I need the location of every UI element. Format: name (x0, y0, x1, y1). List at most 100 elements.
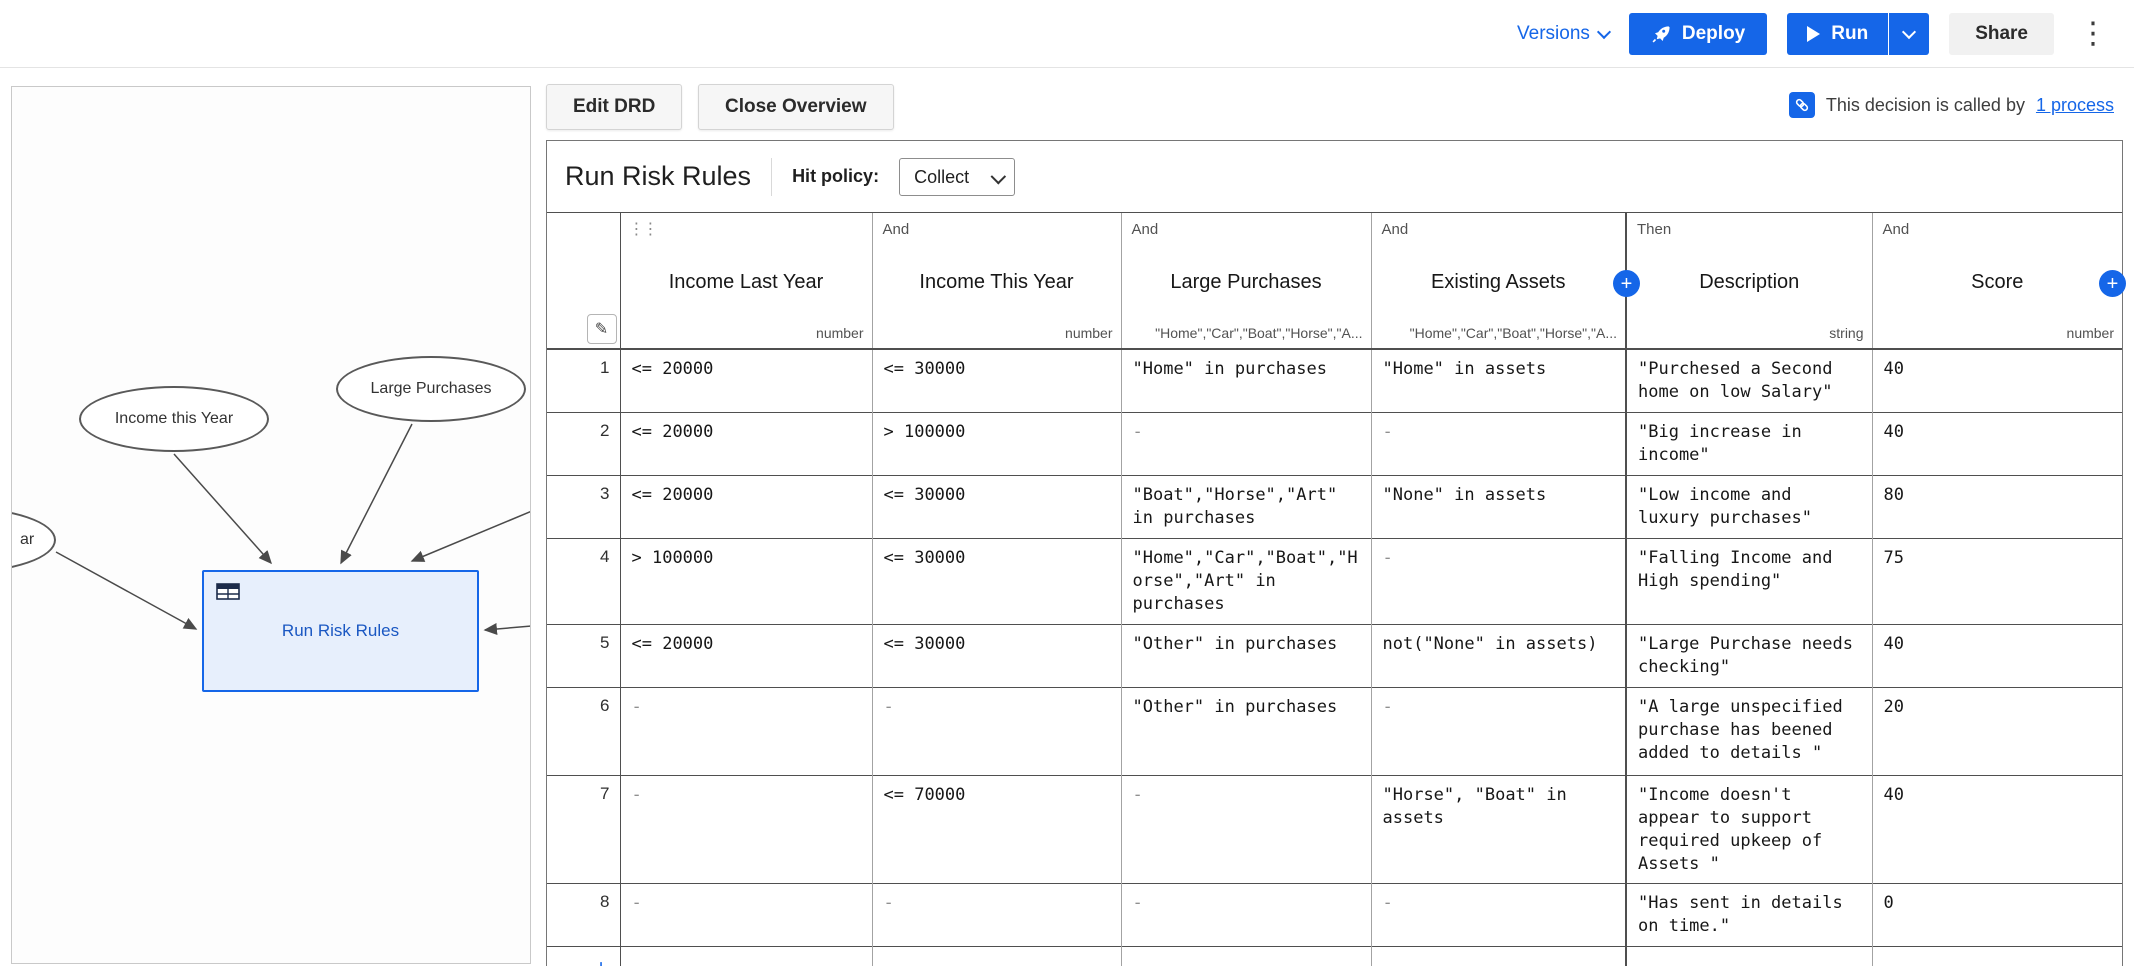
column-conjunction: And (1883, 221, 1910, 238)
rule-number[interactable]: 6 (547, 687, 620, 775)
versions-label: Versions (1517, 23, 1590, 45)
cell-score[interactable]: 75 (1872, 538, 2122, 624)
add-rule-placeholder[interactable]: - (1872, 947, 2122, 966)
cell-score[interactable]: 0 (1872, 884, 2122, 947)
column-header-description[interactable]: Then Description string (1626, 213, 1872, 349)
cell-income-last-year[interactable]: <= 20000 (620, 412, 872, 475)
cell-large-purchases[interactable]: "Home" in purchases (1121, 349, 1371, 412)
cell-existing-assets[interactable]: "Horse", "Boat" in assets (1371, 775, 1626, 884)
cell-income-this-year[interactable]: <= 30000 (872, 624, 1121, 687)
add-rule-placeholder[interactable]: - (620, 947, 872, 966)
cell-income-last-year[interactable]: - (620, 884, 872, 947)
edit-drd-button[interactable]: Edit DRD (546, 84, 682, 130)
cell-score[interactable]: 40 (1872, 624, 2122, 687)
rule-number[interactable]: 5 (547, 624, 620, 687)
close-overview-button[interactable]: Close Overview (698, 84, 894, 130)
rule-number[interactable]: 1 (547, 349, 620, 412)
cell-score[interactable]: 40 (1872, 775, 2122, 884)
cell-existing-assets[interactable]: "Home" in assets (1371, 349, 1626, 412)
hit-policy-select[interactable]: Collect (899, 158, 1015, 196)
versions-dropdown[interactable]: Versions (1517, 23, 1609, 45)
cell-score[interactable]: 80 (1872, 475, 2122, 538)
rule-number[interactable]: 3 (547, 475, 620, 538)
add-rule-placeholder[interactable]: - (1626, 947, 1872, 966)
add-input-column-button[interactable]: + (1613, 270, 1640, 297)
drd-canvas[interactable]: Income this Year Large Purchases ar Run … (11, 86, 531, 964)
cell-score[interactable]: 40 (1872, 349, 2122, 412)
cell-large-purchases[interactable]: "Other" in purchases (1121, 624, 1371, 687)
cell-income-this-year[interactable]: - (872, 884, 1121, 947)
cell-income-this-year[interactable]: > 100000 (872, 412, 1121, 475)
column-header-existing-assets[interactable]: And Existing Assets "Home","Car","Boat",… (1371, 213, 1626, 349)
cell-description[interactable]: "Large Purchase needs checking" (1626, 624, 1872, 687)
column-header-income-this-year[interactable]: And Income This Year number (872, 213, 1121, 349)
title-divider (771, 158, 772, 196)
cell-existing-assets[interactable]: - (1371, 538, 1626, 624)
cell-existing-assets[interactable]: "None" in assets (1371, 475, 1626, 538)
column-header-score[interactable]: And Score number (1872, 213, 2122, 349)
rule-number[interactable]: 2 (547, 412, 620, 475)
rocket-icon (1651, 24, 1671, 44)
share-button[interactable]: Share (1949, 13, 2054, 55)
add-rule-placeholder[interactable]: - (1121, 947, 1371, 966)
cell-large-purchases[interactable]: "Other" in purchases (1121, 687, 1371, 775)
decision-table-title[interactable]: Run Risk Rules (565, 161, 751, 192)
cell-description[interactable]: "Purchesed a Second home on low Salary" (1626, 349, 1872, 412)
cell-description[interactable]: "Falling Income and High spending" (1626, 538, 1872, 624)
cell-description[interactable]: "Big increase in income" (1626, 412, 1872, 475)
cell-income-this-year[interactable]: <= 30000 (872, 349, 1121, 412)
cell-income-last-year[interactable]: <= 20000 (620, 624, 872, 687)
deploy-button[interactable]: Deploy (1629, 13, 1767, 55)
chevron-down-icon (1597, 24, 1611, 38)
cell-income-this-year[interactable]: <= 30000 (872, 475, 1121, 538)
rule-number[interactable]: 7 (547, 775, 620, 884)
cell-large-purchases[interactable]: "Home","Car","Boat","Horse","Art" in pur… (1121, 538, 1371, 624)
cell-existing-assets[interactable]: - (1371, 412, 1626, 475)
cell-income-this-year[interactable]: <= 70000 (872, 775, 1121, 884)
called-by-process-link[interactable]: 1 process (2036, 95, 2114, 116)
table-header-row: ✎ ⋮⋮ Income Last Year number And Income … (547, 213, 2122, 349)
add-rule-placeholder[interactable]: - (1371, 947, 1626, 966)
cell-description[interactable]: "A large unspecified purchase has beened… (1626, 687, 1872, 775)
column-type: number (879, 325, 1113, 341)
edit-annotations-button[interactable]: ✎ (587, 314, 617, 344)
run-options-button[interactable] (1889, 13, 1929, 55)
column-label: Score (1873, 271, 2123, 294)
column-conjunction: Then (1637, 221, 1671, 238)
add-rule-placeholder[interactable]: - (872, 947, 1121, 966)
column-header-large-purchases[interactable]: And Large Purchases "Home","Car","Boat",… (1121, 213, 1371, 349)
cell-description[interactable]: "Has sent in details on time." (1626, 884, 1872, 947)
run-button[interactable]: Run (1787, 13, 1888, 55)
cell-income-last-year[interactable]: <= 20000 (620, 475, 872, 538)
cell-score[interactable]: 20 (1872, 687, 2122, 775)
cell-income-last-year[interactable]: > 100000 (620, 538, 872, 624)
cell-large-purchases[interactable]: "Boat","Horse","Art" in purchases (1121, 475, 1371, 538)
add-output-column-button[interactable]: + (2099, 270, 2126, 297)
cell-income-last-year[interactable]: - (620, 687, 872, 775)
rule-row-1: 1 <= 20000 <= 30000 "Home" in purchases … (547, 349, 2122, 412)
decision-node-run-risk-rules[interactable]: Run Risk Rules (202, 570, 479, 692)
rule-number[interactable]: 8 (547, 884, 620, 947)
cell-existing-assets[interactable]: not("None" in assets) (1371, 624, 1626, 687)
kebab-menu-icon[interactable]: ⋮ (2074, 19, 2112, 49)
drag-handle-icon[interactable]: ⋮⋮ (629, 219, 657, 238)
cell-income-last-year[interactable]: <= 20000 (620, 349, 872, 412)
input-node-income-this-year[interactable]: Income this Year (79, 386, 269, 452)
input-node-large-purchases[interactable]: Large Purchases (336, 356, 526, 422)
cell-existing-assets[interactable]: - (1371, 687, 1626, 775)
cell-large-purchases[interactable]: - (1121, 775, 1371, 884)
called-by-text: This decision is called by (1826, 95, 2025, 116)
cell-large-purchases[interactable]: - (1121, 412, 1371, 475)
rule-number[interactable]: 4 (547, 538, 620, 624)
column-header-income-last-year[interactable]: ⋮⋮ Income Last Year number (620, 213, 872, 349)
cell-income-this-year[interactable]: - (872, 687, 1121, 775)
cell-large-purchases[interactable]: - (1121, 884, 1371, 947)
cell-existing-assets[interactable]: - (1371, 884, 1626, 947)
add-rule-button[interactable]: + (547, 947, 620, 966)
cell-income-last-year[interactable]: - (620, 775, 872, 884)
cell-description[interactable]: "Income doesn't appear to support requir… (1626, 775, 1872, 884)
cell-income-this-year[interactable]: <= 30000 (872, 538, 1121, 624)
cell-score[interactable]: 40 (1872, 412, 2122, 475)
link-icon (1789, 92, 1815, 118)
cell-description[interactable]: "Low income and luxury purchases" (1626, 475, 1872, 538)
